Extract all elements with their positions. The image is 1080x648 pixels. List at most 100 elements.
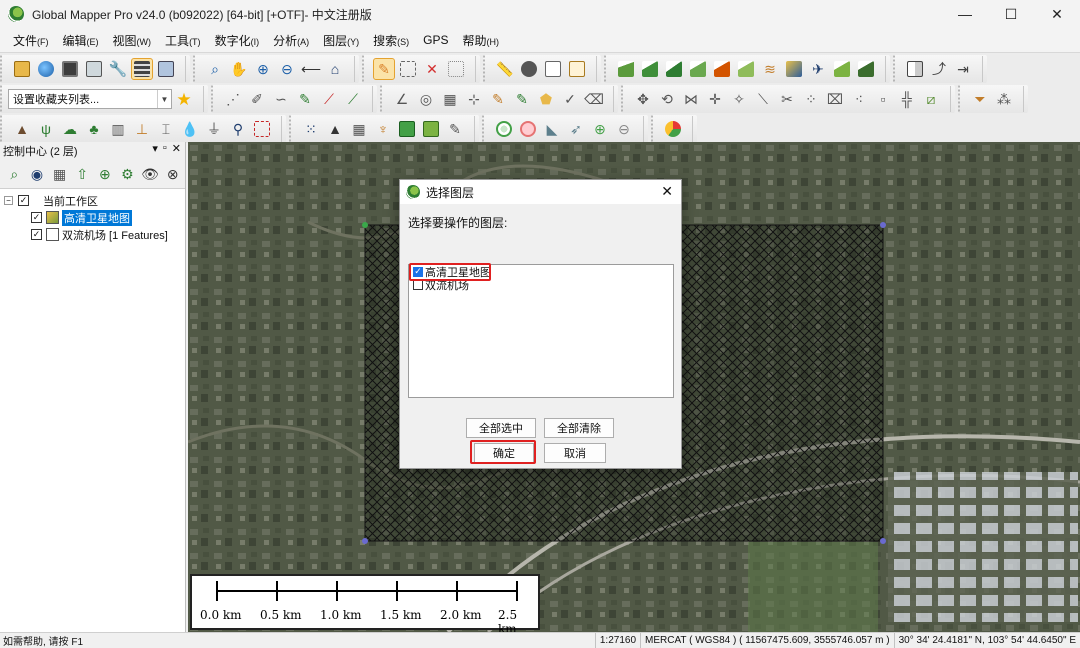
collapse-icon[interactable]: − bbox=[4, 196, 13, 205]
bush-icon[interactable]: ☁ bbox=[59, 118, 81, 140]
pie-chart-icon[interactable] bbox=[662, 118, 684, 140]
menu-tools[interactable]: 工具(T) bbox=[158, 32, 208, 49]
lidar-icon[interactable] bbox=[396, 118, 418, 140]
search-document-icon[interactable] bbox=[542, 58, 564, 80]
layers-icon[interactable] bbox=[131, 58, 153, 80]
pieces-icon[interactable] bbox=[420, 118, 442, 140]
terrain-2-icon[interactable] bbox=[639, 58, 661, 80]
workspace-node[interactable]: − ✓ 当前工作区 bbox=[0, 192, 185, 209]
minimize-button[interactable]: — bbox=[942, 0, 988, 28]
terrain-cut-icon[interactable] bbox=[711, 58, 733, 80]
menu-view[interactable]: 视图(W) bbox=[106, 32, 159, 49]
pin-down-icon[interactable]: ▾ bbox=[152, 142, 158, 155]
angle-icon[interactable]: ∠ bbox=[391, 88, 413, 110]
menu-help[interactable]: 帮助(H) bbox=[455, 32, 506, 49]
layer-table-icon[interactable]: ▦ bbox=[50, 163, 69, 185]
info-icon[interactable] bbox=[518, 58, 540, 80]
tree-detect-icon[interactable]: ♆ bbox=[372, 118, 394, 140]
select-rect-icon[interactable] bbox=[397, 58, 419, 80]
add-layer-icon[interactable]: ⊕ bbox=[589, 118, 611, 140]
terrain-5-icon[interactable] bbox=[735, 58, 757, 80]
menu-gps[interactable]: GPS bbox=[416, 33, 455, 47]
ruler-icon[interactable]: 📏 bbox=[494, 58, 516, 80]
power-pole-icon[interactable]: ⌶ bbox=[155, 118, 177, 140]
scissor-icon[interactable]: ✂ bbox=[776, 88, 798, 110]
squares-icon[interactable]: ▫ bbox=[872, 88, 894, 110]
turtle-icon[interactable]: ◣ bbox=[541, 118, 563, 140]
pan-hand-icon[interactable]: ✋ bbox=[228, 58, 250, 80]
bird-icon[interactable]: ➶ bbox=[565, 118, 587, 140]
line-split-icon[interactable]: ⟋ bbox=[318, 88, 340, 110]
line-edit-icon[interactable]: ✎ bbox=[294, 88, 316, 110]
filter-icon[interactable]: ⏷ bbox=[969, 88, 991, 110]
remove-layer-icon[interactable]: ⊖ bbox=[613, 118, 635, 140]
close-button[interactable]: ✕ bbox=[1034, 0, 1080, 28]
terrain-4-icon[interactable] bbox=[687, 58, 709, 80]
cross-lines-icon[interactable]: ╬ bbox=[896, 88, 918, 110]
classify-icon[interactable]: ▦ bbox=[348, 118, 370, 140]
mountain-icon[interactable]: ▲ bbox=[11, 118, 33, 140]
clear-all-button[interactable]: 全部清除 bbox=[544, 418, 614, 438]
float-window-icon[interactable]: ▫ bbox=[163, 142, 167, 155]
window-icon[interactable] bbox=[155, 58, 177, 80]
layer-up-icon[interactable]: ⇧ bbox=[73, 163, 92, 185]
layer-checkbox-unchecked[interactable] bbox=[413, 279, 423, 290]
view-shed-icon[interactable] bbox=[855, 58, 877, 80]
shape-icon[interactable]: ⬟ bbox=[535, 88, 557, 110]
wrench-icon[interactable]: 🔧 bbox=[107, 58, 129, 80]
grid-icon[interactable]: ▦ bbox=[439, 88, 461, 110]
water-drop-icon[interactable]: 💧 bbox=[179, 118, 201, 140]
layer-search-icon[interactable]: ⌕ bbox=[5, 163, 24, 185]
select-all-button[interactable]: 全部选中 bbox=[466, 418, 536, 438]
layer-visibility-icon[interactable]: 👁 bbox=[141, 163, 160, 185]
terrain-1-icon[interactable] bbox=[615, 58, 637, 80]
ruler-green-icon[interactable]: ⧄ bbox=[920, 88, 942, 110]
cancel-button[interactable]: 取消 bbox=[544, 443, 606, 463]
open-folder-icon[interactable] bbox=[11, 58, 33, 80]
line-draw-icon[interactable]: ✐ bbox=[246, 88, 268, 110]
tree-icon[interactable]: ♣ bbox=[83, 118, 105, 140]
cluster-icon[interactable]: ⁂ bbox=[993, 88, 1015, 110]
line-dotted-icon[interactable]: ⋰ bbox=[222, 88, 244, 110]
play-icon[interactable] bbox=[493, 118, 515, 140]
well-icon[interactable]: ⏚ bbox=[203, 118, 225, 140]
terrain-6-icon[interactable] bbox=[831, 58, 853, 80]
eraser-icon[interactable]: ⌧ bbox=[824, 88, 846, 110]
feature-edit-icon[interactable]: ✎ bbox=[487, 88, 509, 110]
node-icon[interactable]: ⋈ bbox=[680, 88, 702, 110]
3d-view-icon[interactable]: ⤴ bbox=[928, 58, 950, 80]
home-icon[interactable]: ⌂ bbox=[324, 58, 346, 80]
target-icon[interactable]: ◎ bbox=[415, 88, 437, 110]
layer-close-icon[interactable]: ⊗ bbox=[163, 163, 182, 185]
dialog-close-icon[interactable]: ✕ bbox=[661, 183, 673, 200]
point-cloud-icon[interactable]: ⁙ bbox=[300, 118, 322, 140]
layer-zoom-icon[interactable]: ⊕ bbox=[96, 163, 115, 185]
arrow-view-icon[interactable]: ⇥ bbox=[952, 58, 974, 80]
shade-icon[interactable] bbox=[783, 58, 805, 80]
check-line-icon[interactable]: ✓ bbox=[559, 88, 581, 110]
layer-options-icon[interactable]: ⚙ bbox=[118, 163, 137, 185]
star-icon[interactable]: ★ bbox=[173, 88, 195, 110]
brush-icon[interactable]: ✎ bbox=[444, 118, 466, 140]
area-edit-icon[interactable]: ✎ bbox=[511, 88, 533, 110]
segment-icon[interactable]: ⟍ bbox=[752, 88, 774, 110]
zoom-tool-icon[interactable]: ⌕ bbox=[204, 58, 226, 80]
menu-layer[interactable]: 图层(Y) bbox=[316, 32, 366, 49]
dots-icon[interactable]: ⁘ bbox=[800, 88, 822, 110]
zoom-out-icon[interactable]: ⊖ bbox=[276, 58, 298, 80]
layer-row-airport[interactable]: ✓ 双流机场 [1 Features] bbox=[0, 226, 185, 243]
clean-icon[interactable]: ⌫ bbox=[583, 88, 605, 110]
snap-icon[interactable]: ✧ bbox=[728, 88, 750, 110]
menu-analysis[interactable]: 分析(A) bbox=[266, 32, 316, 49]
stop-icon[interactable] bbox=[517, 118, 539, 140]
layer-checkbox[interactable]: ✓ bbox=[31, 229, 42, 240]
save-icon[interactable] bbox=[59, 58, 81, 80]
split-view-icon[interactable] bbox=[904, 58, 926, 80]
path-profile-icon[interactable]: ✈ bbox=[807, 58, 829, 80]
panel-close-icon[interactable]: ✕ bbox=[172, 142, 181, 155]
menu-file[interactable]: 文件(F) bbox=[6, 32, 56, 49]
crosshair-icon[interactable]: ✛ bbox=[704, 88, 726, 110]
peak-icon[interactable]: ▲ bbox=[324, 118, 346, 140]
export-icon[interactable] bbox=[83, 58, 105, 80]
line-join-icon[interactable]: ⟋ bbox=[342, 88, 364, 110]
